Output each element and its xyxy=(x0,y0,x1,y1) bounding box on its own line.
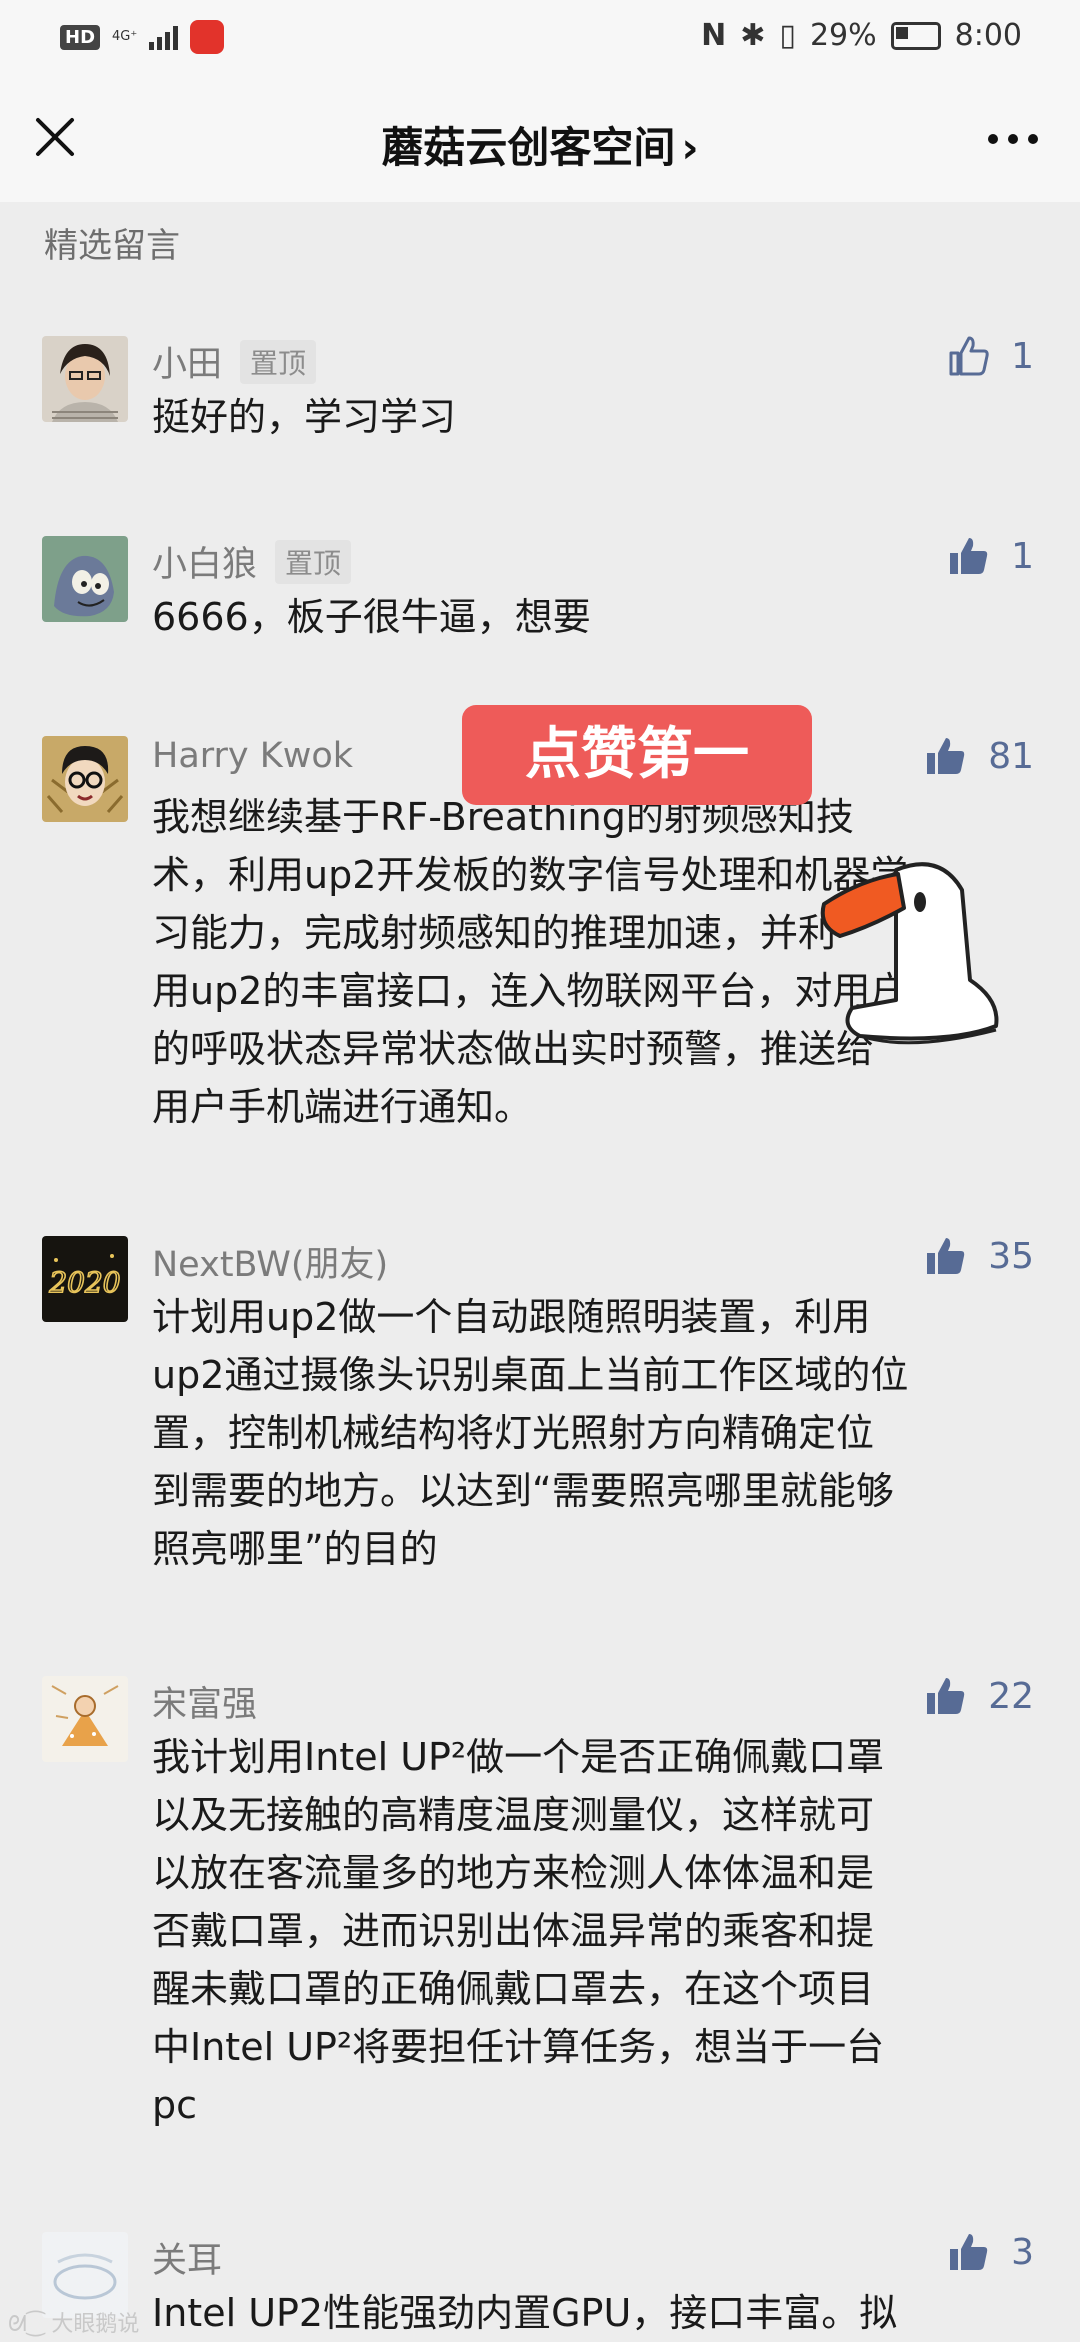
like-button[interactable]: 1 xyxy=(947,334,1034,378)
commenter-name: 关耳 xyxy=(152,2241,223,2281)
avatar[interactable] xyxy=(42,536,128,622)
commenter-name: Harry Kwok xyxy=(152,736,354,776)
commenter-name: 小白狼 xyxy=(152,545,258,585)
highlight-banner: 点赞第一 xyxy=(462,705,812,805)
like-count: 22 xyxy=(988,1675,1034,1717)
like-button[interactable]: 22 xyxy=(924,1674,1034,1718)
signal-bars-icon xyxy=(149,24,179,50)
bluetooth-icon: ✱ xyxy=(740,18,766,53)
nav-bar: 蘑菇云创客空间 › xyxy=(0,72,1080,202)
clock: 8:00 xyxy=(954,18,1022,53)
thumbs-up-filled-icon xyxy=(927,738,965,774)
nfc-icon: N xyxy=(701,18,727,53)
like-count: 81 xyxy=(988,735,1034,777)
pinned-badge: 置顶 xyxy=(275,540,352,584)
comment-text: 我计划用Intel UP²做一个是否正确佩戴口罩 以及无接触的高精度温度测量仪，… xyxy=(152,1735,885,2127)
comment-text: 计划用up2做一个自动跟随照明装置，利用 up2通过摄像头识别桌面上当前工作区域… xyxy=(152,1295,909,1571)
like-button[interactable]: 3 xyxy=(947,2230,1034,2274)
avatar[interactable] xyxy=(42,1676,128,1762)
thumbs-up-filled-icon xyxy=(927,1238,965,1274)
network-type-label: 4G⁺ xyxy=(112,29,138,44)
thumbs-up-filled-icon xyxy=(950,2234,988,2270)
battery-icon xyxy=(890,21,941,50)
thumbs-up-outline-icon xyxy=(949,336,989,376)
like-button[interactable]: 81 xyxy=(924,734,1034,778)
watermark-logo-icon: ᘛ⁐ xyxy=(8,2312,52,2337)
watermark-text: 大眼鹅说 xyxy=(51,2312,140,2337)
like-count: 1 xyxy=(1011,535,1034,577)
account-title-link[interactable]: 蘑菇云创客空间 › xyxy=(0,114,1080,175)
more-options-icon[interactable] xyxy=(988,124,1048,154)
watermark: ᘛ⁐ 大眼鹅说 xyxy=(8,2306,139,2338)
pinned-badge: 置顶 xyxy=(240,340,317,384)
avatar[interactable]: 2020 xyxy=(42,1236,128,1322)
like-count: 3 xyxy=(1011,2231,1034,2273)
thumbs-up-filled-icon xyxy=(950,538,988,574)
comment-text: 挺好的，学习学习 xyxy=(152,395,457,439)
notification-app-icon xyxy=(190,20,225,54)
commenter-name: 小田 xyxy=(152,345,223,385)
like-count: 1 xyxy=(1011,335,1034,377)
duck-sticker-icon xyxy=(820,862,999,1045)
like-button[interactable]: 35 xyxy=(924,1234,1034,1278)
like-button[interactable]: 1 xyxy=(947,534,1034,578)
section-title: 精选留言 xyxy=(44,226,180,266)
like-count: 35 xyxy=(988,1235,1034,1277)
account-title: 蘑菇云创客空间 xyxy=(381,123,676,172)
comment-text: Intel UP2性能强劲内置GPU，接口丰富。拟 xyxy=(152,2291,898,2335)
battery-percent: 29% xyxy=(809,18,877,53)
vibrate-icon: ▯ xyxy=(779,18,796,53)
status-bar: HD 4G⁺ N ✱ ▯ 29% 8:00 xyxy=(0,0,1080,72)
svg-text:2020: 2020 xyxy=(48,1266,120,1299)
avatar[interactable] xyxy=(42,336,128,422)
hd-voice-icon: HD xyxy=(60,24,101,50)
comment-text: 6666，板子很牛逼，想要 xyxy=(152,595,591,639)
avatar[interactable] xyxy=(42,736,128,822)
chevron-right-icon: › xyxy=(681,123,699,172)
commenter-name: NextBW(朋友) xyxy=(152,1245,389,1285)
commenter-name: 宋富强 xyxy=(152,1685,258,1725)
thumbs-up-filled-icon xyxy=(927,1678,965,1714)
